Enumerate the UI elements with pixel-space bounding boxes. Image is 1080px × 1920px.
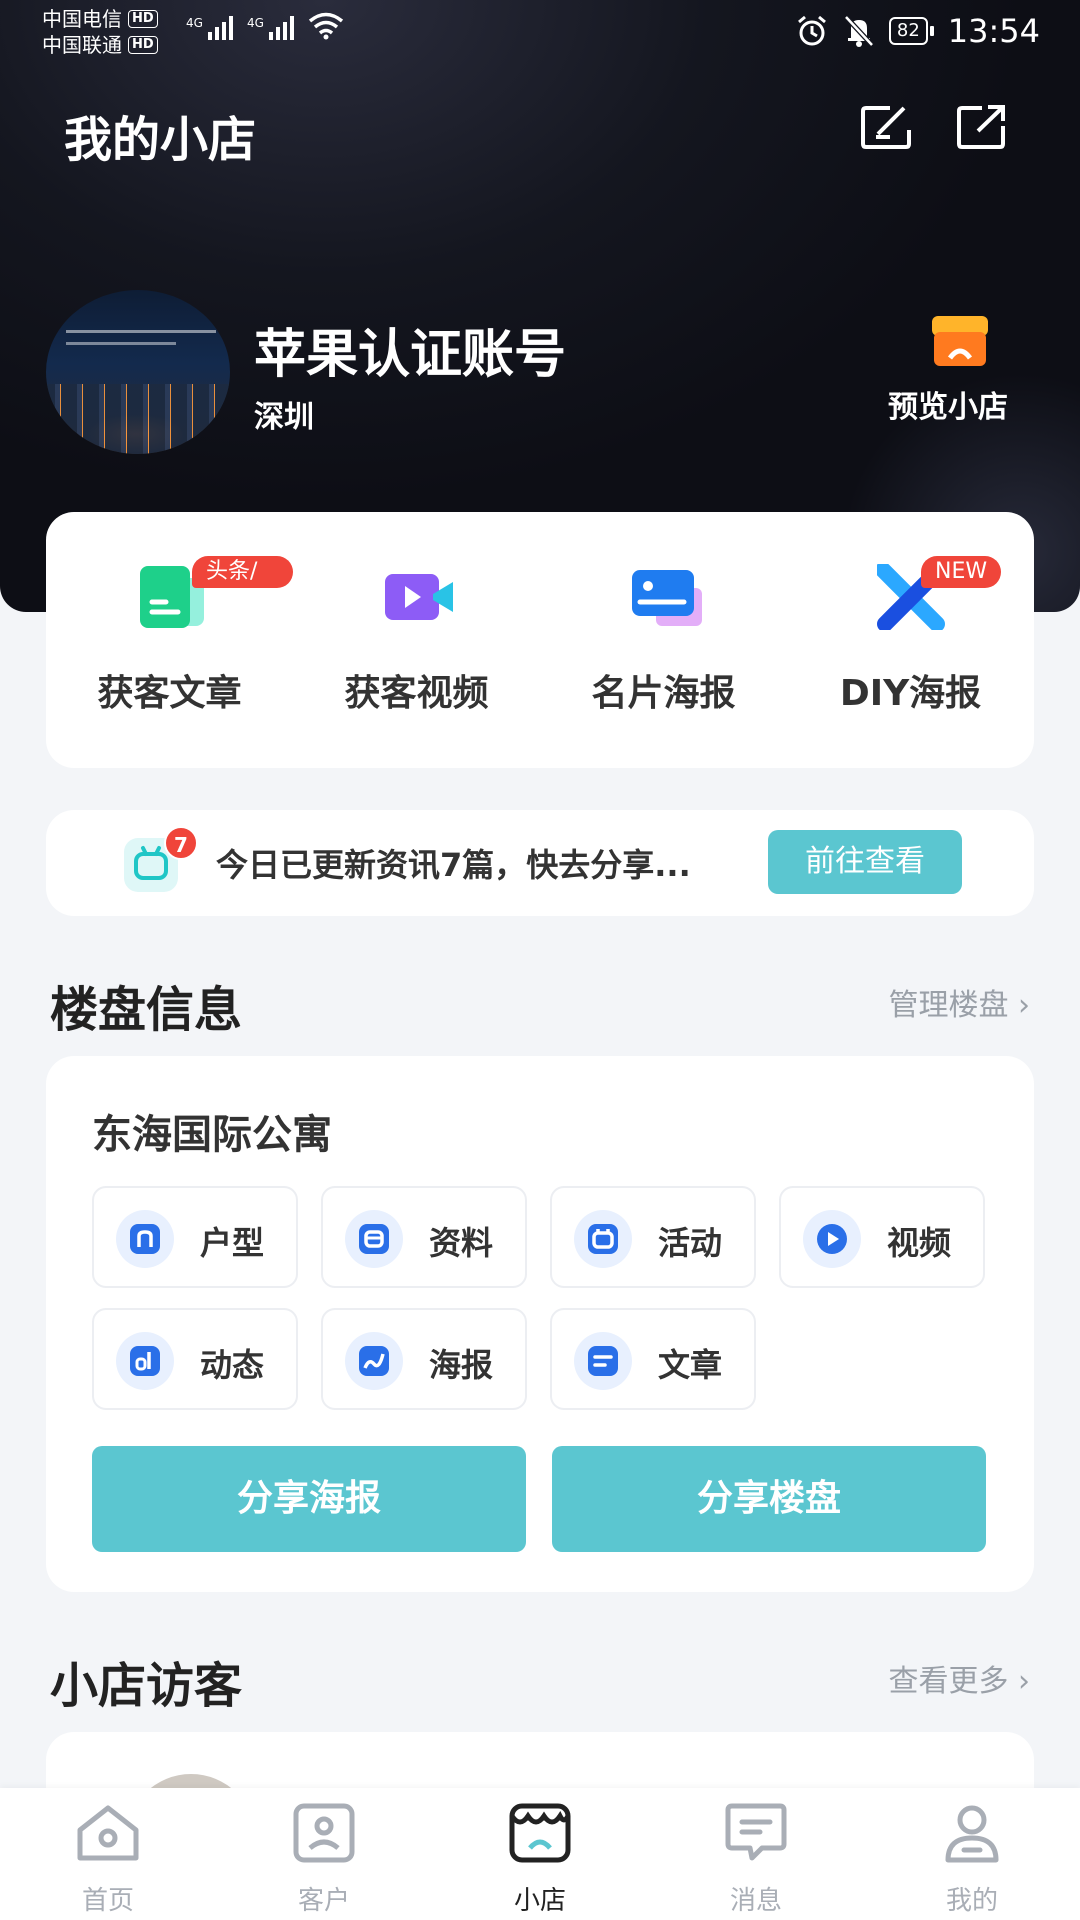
quick-actions-card: 获客文章 头条/抖音 获客视频 名片海报 DIY海报 NEW (46, 512, 1034, 768)
tile-label: 动态 (200, 1346, 265, 1384)
tile-label: 活动 (658, 1224, 723, 1262)
view-more-link[interactable]: 查看更多 › (888, 1656, 1030, 1700)
signal-icon: 4G (186, 16, 233, 40)
tile-video[interactable]: 视频 (779, 1186, 985, 1288)
hd-badge: HD (128, 36, 158, 54)
property-card: 东海国际公寓 户型 资料 活动 视频 动态 海报 文章 分享海报 分享楼盘 (46, 1056, 1034, 1592)
network-type: 4G (186, 16, 203, 30)
chevron-right-icon: › (1018, 988, 1030, 1023)
tag-badge: 头条/抖音 (192, 556, 293, 616)
property-name: 东海国际公寓 (92, 1112, 332, 1158)
share-property-button[interactable]: 分享楼盘 (552, 1446, 986, 1552)
edit-icon[interactable] (860, 104, 912, 150)
tab-label: 客户 (297, 1886, 350, 1916)
store-avatar[interactable] (46, 290, 230, 454)
tile-label: 文章 (658, 1346, 723, 1384)
tab-label: 消息 (729, 1886, 782, 1916)
poster-icon (359, 1346, 389, 1376)
battery-indicator: 82 (888, 17, 934, 45)
tile-event[interactable]: 活动 (550, 1186, 756, 1288)
store-city: 深圳 (254, 400, 314, 435)
play-icon (817, 1224, 847, 1254)
action-label: 获客视频 (344, 673, 489, 714)
action-article[interactable]: 获客文章 头条/抖音 (46, 512, 293, 768)
tile-poster[interactable]: 海报 (321, 1308, 527, 1410)
tab-label: 小店 (513, 1886, 566, 1916)
link-label: 查看更多 (888, 1664, 1009, 1699)
page-title: 我的小店 (64, 112, 257, 168)
network-type: 4G (246, 16, 264, 30)
tile-docs[interactable]: 资料 (321, 1186, 527, 1288)
signal-icon: 4G (247, 16, 294, 40)
tab-customer[interactable]: 客户 (216, 1788, 432, 1920)
carrier-1: 中国电信 (42, 7, 122, 31)
tab-label: 我的 (945, 1886, 998, 1916)
tile-news-feed[interactable]: 动态 (92, 1308, 298, 1410)
store-name: 苹果认证账号 (254, 325, 567, 385)
docs-icon (359, 1224, 389, 1254)
profile-icon (945, 1805, 999, 1863)
bottom-tab-bar: 首页 客户 小店 消息 我的 (0, 1788, 1080, 1920)
hd-badge: HD (128, 10, 158, 28)
action-diy-poster[interactable]: DIY海报 NEW (787, 512, 1034, 768)
preview-store-button[interactable]: 预览小店 (888, 382, 1008, 426)
action-label: 名片海报 (591, 673, 736, 714)
manage-property-link[interactable]: 管理楼盘 › (888, 980, 1030, 1024)
floorplan-icon (130, 1224, 160, 1254)
chevron-right-icon: › (1018, 1664, 1030, 1699)
tab-home[interactable]: 首页 (0, 1788, 216, 1920)
tile-label: 海报 (429, 1346, 494, 1384)
store-icon (509, 1803, 571, 1863)
action-video[interactable]: 获客视频 (293, 512, 540, 768)
video-icon (385, 574, 453, 620)
section-title-visitors: 小店访客 (50, 1658, 243, 1714)
message-icon (725, 1803, 787, 1861)
action-label: 获客文章 (97, 673, 242, 714)
news-text: 今日已更新资讯7篇，快去分享... (216, 846, 691, 884)
action-card-poster[interactable]: 名片海报 (540, 512, 787, 768)
card-poster-icon (632, 570, 702, 626)
tile-article[interactable]: 文章 (550, 1308, 756, 1410)
section-title-property: 楼盘信息 (50, 982, 243, 1038)
customer-icon (293, 1803, 355, 1863)
home-icon (77, 1805, 139, 1861)
carrier-info: 中国电信 HD 中国联通 HD (42, 6, 158, 58)
tile-floorplan[interactable]: 户型 (92, 1186, 298, 1288)
carrier-2: 中国联通 (42, 33, 122, 57)
share-poster-button[interactable]: 分享海报 (92, 1446, 526, 1552)
clock: 13:54 (947, 12, 1040, 50)
article-lines-icon (588, 1346, 618, 1376)
signal-icons: 4G 4G (186, 12, 344, 40)
view-news-button[interactable]: 前往查看 (768, 830, 962, 894)
alarm-icon (797, 15, 826, 46)
event-icon (588, 1224, 618, 1254)
mute-bell-icon (844, 15, 874, 47)
tab-profile[interactable]: 我的 (864, 1788, 1080, 1920)
news-banner: 7 今日已更新资讯7篇，快去分享... 前往查看 (46, 810, 1034, 916)
share-icon[interactable] (956, 104, 1008, 150)
news-count-badge: 7 (164, 826, 198, 860)
tab-store[interactable]: 小店 (432, 1788, 648, 1920)
wifi-icon (308, 12, 343, 40)
link-label: 管理楼盘 (888, 988, 1009, 1023)
tile-label: 资料 (429, 1224, 494, 1262)
action-label: DIY海报 (839, 673, 982, 714)
tile-label: 视频 (887, 1224, 952, 1262)
battery-level: 82 (888, 17, 928, 45)
news-feed-icon (130, 1346, 160, 1376)
new-badge: NEW (921, 556, 1002, 588)
storefront-icon[interactable] (930, 314, 990, 368)
tile-label: 户型 (200, 1224, 265, 1262)
status-bar: 中国电信 HD 中国联通 HD 4G 4G 82 13:54 (0, 0, 1080, 62)
tab-label: 首页 (81, 1886, 134, 1916)
tab-message[interactable]: 消息 (648, 1788, 864, 1920)
